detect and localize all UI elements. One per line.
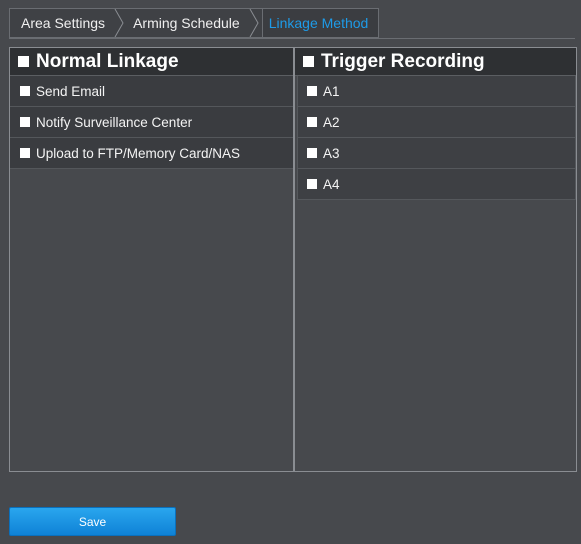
- trigger-recording-column: Trigger Recording A1 A2 A3 A4: [295, 48, 576, 471]
- tab-label: Arming Schedule: [133, 15, 240, 31]
- linkage-panel: Normal Linkage Send Email Notify Surveil…: [9, 47, 577, 472]
- breadcrumb-tabs: Area Settings Arming Schedule Linkage Me…: [9, 8, 575, 39]
- item-label: A4: [323, 176, 340, 192]
- checkbox[interactable]: [307, 117, 317, 127]
- checkbox[interactable]: [307, 86, 317, 96]
- tab-label: Linkage Method: [268, 15, 369, 31]
- checkbox[interactable]: [307, 179, 317, 189]
- checkbox[interactable]: [303, 56, 314, 67]
- list-item[interactable]: A2: [297, 107, 576, 138]
- item-label: Upload to FTP/Memory Card/NAS: [36, 145, 241, 161]
- item-label: Notify Surveillance Center: [36, 114, 193, 130]
- item-label: Send Email: [36, 83, 106, 99]
- checkbox[interactable]: [20, 86, 30, 96]
- normal-linkage-column: Normal Linkage Send Email Notify Surveil…: [10, 48, 295, 471]
- checkbox[interactable]: [20, 148, 30, 158]
- column-title: Trigger Recording: [321, 50, 485, 72]
- tab-area-settings[interactable]: Area Settings: [9, 8, 128, 38]
- checkbox[interactable]: [307, 148, 317, 158]
- list-item[interactable]: A1: [297, 76, 576, 107]
- item-label: A1: [323, 83, 340, 99]
- item-label: A2: [323, 114, 340, 130]
- checkbox[interactable]: [20, 117, 30, 127]
- column-title: Normal Linkage: [36, 50, 179, 72]
- checkbox[interactable]: [18, 56, 29, 67]
- tab-label: Area Settings: [21, 15, 106, 31]
- item-label: A3: [323, 145, 340, 161]
- tab-linkage-method[interactable]: Linkage Method: [261, 8, 380, 38]
- list-item[interactable]: Upload to FTP/Memory Card/NAS: [10, 138, 293, 169]
- save-button[interactable]: Save: [9, 507, 176, 536]
- list-item[interactable]: A3: [297, 138, 576, 169]
- list-item[interactable]: Send Email: [10, 76, 293, 107]
- list-item[interactable]: Notify Surveillance Center: [10, 107, 293, 138]
- normal-linkage-header[interactable]: Normal Linkage: [10, 48, 293, 76]
- tab-arming-schedule[interactable]: Arming Schedule: [127, 8, 262, 38]
- list-item[interactable]: A4: [297, 169, 576, 200]
- chevron-right-icon: [113, 9, 127, 37]
- trigger-recording-header[interactable]: Trigger Recording: [295, 48, 576, 76]
- chevron-right-icon: [248, 9, 262, 37]
